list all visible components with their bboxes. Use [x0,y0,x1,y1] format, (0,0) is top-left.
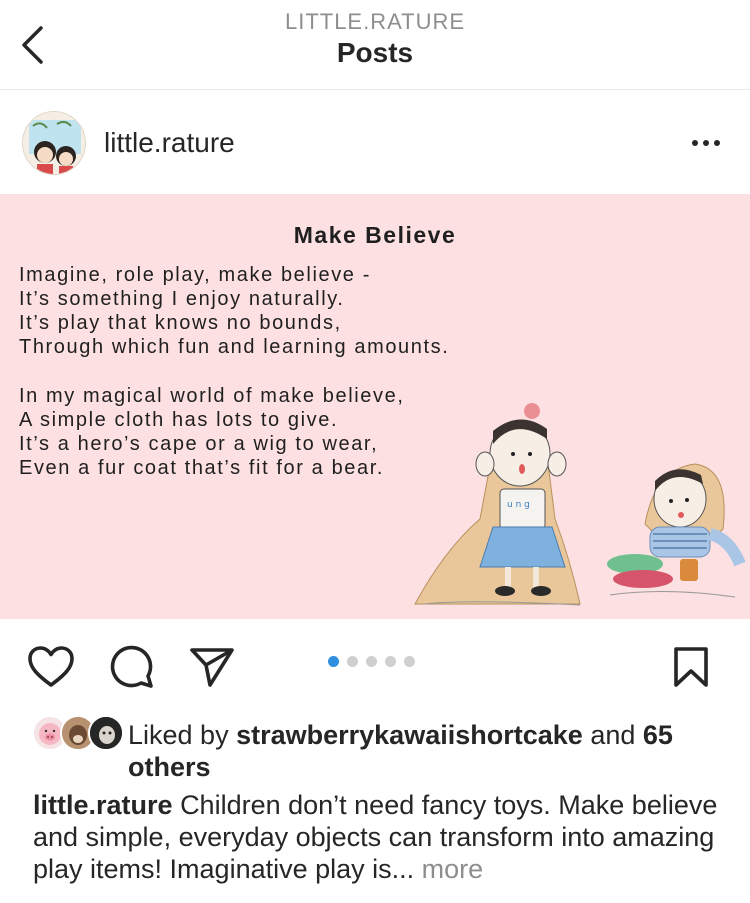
carousel-dot [328,656,339,667]
post-caption: little.rature Children don’t need fancy … [33,789,723,885]
post-header: little.rature [0,90,750,194]
poem-line: Imagine, role play, make believe - [19,264,371,286]
comment-icon [110,645,153,688]
more-horizontal-icon [714,140,720,146]
like-button[interactable] [27,643,75,691]
action-bar [0,619,750,709]
likes-prefix: Liked by [128,720,229,750]
carousel-dot [366,656,377,667]
poem-line: Through which fun and learning amounts. [19,336,450,358]
save-button[interactable] [667,643,715,691]
post-username[interactable]: little.rature [104,127,235,159]
shirt-letters: u n g [507,500,530,510]
more-options-button[interactable] [686,128,726,158]
send-icon [190,648,234,687]
poem-line: It’s play that knows no bounds, [19,312,342,334]
avatar [88,715,124,751]
children-illustration: u n g [414,403,746,606]
poem-line: Even a fur coat that’s fit for a bear. [19,457,385,479]
caption-username[interactable]: little.rature [33,790,173,820]
poem-stanza-1: Imagine, role play, make believe - It’s … [19,263,449,359]
dark-avatar-image [90,717,122,749]
account-name: LITTLE.RATURE [284,9,466,34]
liker-username[interactable]: strawberrykawaiishortcake [236,720,583,750]
page-title: Posts [336,37,414,68]
more-link[interactable]: more [422,854,484,884]
carousel-dot [347,656,358,667]
likes-row: Liked by strawberrykawaiishortcake and 6… [0,709,750,789]
poem-line: It’s a hero’s cape or a wig to wear, [19,433,379,455]
carousel-dot [404,656,415,667]
poem-line: It’s something I enjoy naturally. [19,288,345,310]
bookmark-icon [674,647,708,687]
poem-line: In my magical world of make believe, [19,385,405,407]
comment-button[interactable] [108,643,156,691]
poem-line: A simple cloth has lots to give. [19,409,339,431]
poem-title: Make Believe [293,222,457,248]
poem-stanza-2: In my magical world of make believe, A s… [19,384,405,480]
avatar[interactable] [22,111,86,175]
avatar-image [23,112,85,174]
likes-summary[interactable]: Liked by strawberrykawaiishortcake and 6… [128,719,728,783]
more-horizontal-icon [703,140,709,146]
carousel-indicator [328,656,415,667]
share-button[interactable] [188,643,236,691]
heart-icon [28,646,74,687]
more-horizontal-icon [692,140,698,146]
carousel-dot [385,656,396,667]
liker-avatars[interactable] [32,715,124,753]
top-bar: LITTLE.RATURE Posts [0,0,750,90]
post-image[interactable]: Make Believe Imagine, role play, make be… [0,194,750,619]
likes-middle: and [590,720,636,750]
